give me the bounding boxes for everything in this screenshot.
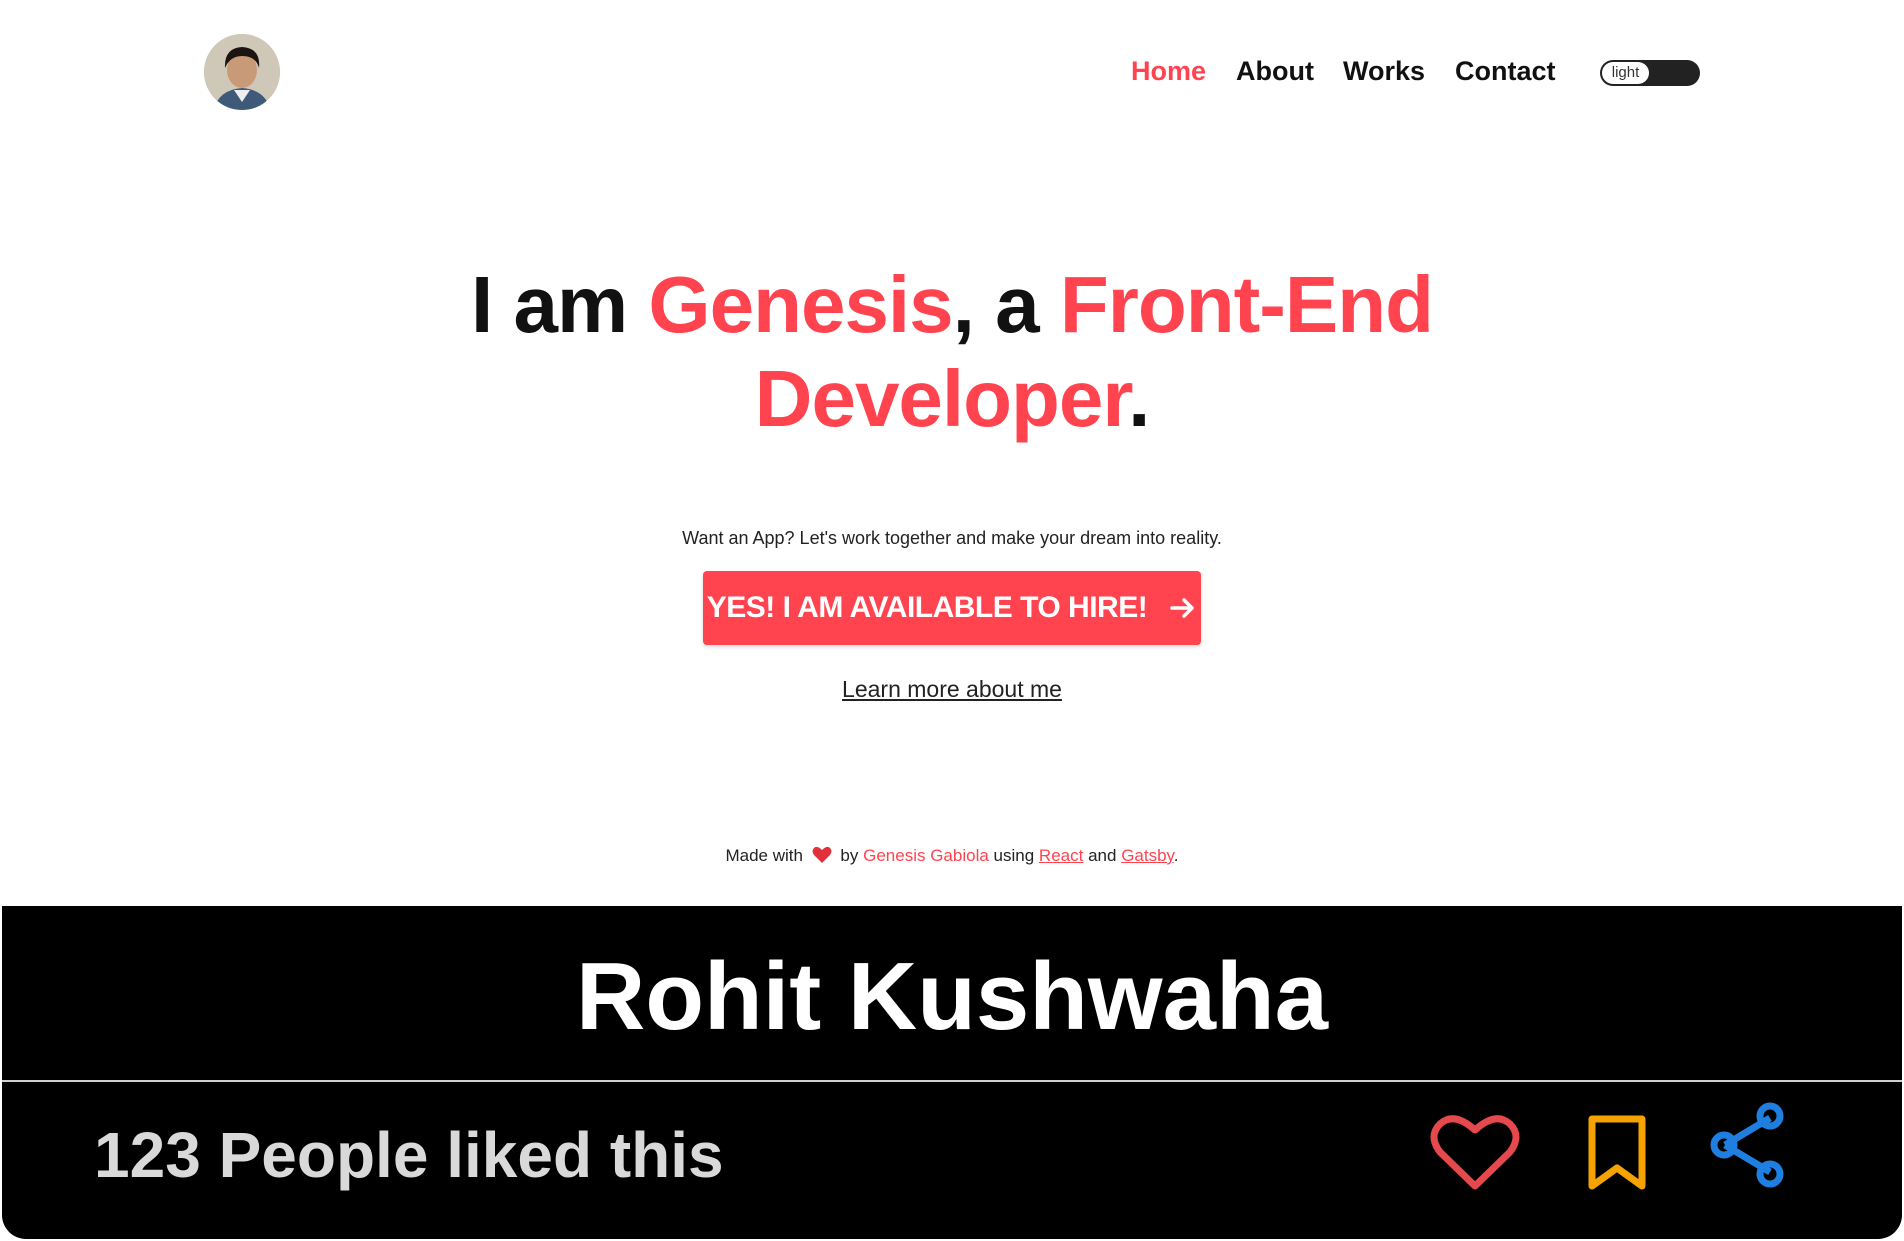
heart-icon — [812, 846, 832, 863]
hero-role-line2: Developer — [754, 354, 1129, 443]
footer-author: Genesis Gabiola — [863, 846, 989, 865]
hire-me-button[interactable]: YES! I AM AVAILABLE TO HIRE! — [703, 571, 1201, 645]
nav-home[interactable]: Home — [1131, 56, 1206, 87]
hero-intro: I am — [471, 260, 649, 349]
footer-made-with: Made with — [725, 846, 803, 865]
hero-connector: , a — [952, 260, 1060, 349]
nav-works[interactable]: Works — [1343, 56, 1425, 87]
bookmark-icon[interactable] — [1586, 1114, 1648, 1192]
card-author-name: Rohit Kushwaha — [575, 943, 1328, 1050]
theme-toggle[interactable]: light — [1600, 60, 1700, 86]
hire-me-label: YES! I AM AVAILABLE TO HIRE! — [706, 591, 1148, 624]
nav-contact[interactable]: Contact — [1455, 56, 1556, 87]
portfolio-screenshot: Home About Works Contact light I am Gene… — [0, 0, 1904, 906]
share-icon[interactable] — [1708, 1102, 1788, 1188]
likes-count: 123 People liked this — [94, 1119, 724, 1191]
learn-more-wrapper: Learn more about me — [0, 676, 1904, 703]
hero-period: . — [1128, 354, 1150, 443]
card-divider — [2, 1080, 1902, 1082]
arrow-right-icon — [1170, 598, 1194, 618]
hero-name: Genesis — [648, 260, 953, 349]
footer-by: by — [840, 846, 859, 865]
hero-heading: I am Genesis, a Front-End Developer. — [0, 258, 1904, 446]
footer-gatsby-link[interactable]: Gatsby — [1121, 846, 1174, 865]
footer-react-link[interactable]: React — [1039, 846, 1083, 865]
hero-tagline: Want an App? Let's work together and mak… — [682, 528, 1222, 548]
site-footer: Made with by Genesis Gabiola using React… — [0, 846, 1904, 866]
footer-and: and — [1088, 846, 1117, 865]
footer-end: . — [1173, 846, 1179, 865]
theme-toggle-label: light — [1602, 62, 1649, 84]
showcase-card-footer: Rohit Kushwaha 123 People liked this — [2, 906, 1902, 1239]
nav-about[interactable]: About — [1236, 56, 1314, 87]
footer-using: using — [993, 846, 1035, 865]
hero-role-line1: Front-End — [1059, 260, 1434, 349]
like-heart-icon[interactable] — [1430, 1112, 1520, 1194]
learn-more-link[interactable]: Learn more about me — [842, 676, 1062, 702]
